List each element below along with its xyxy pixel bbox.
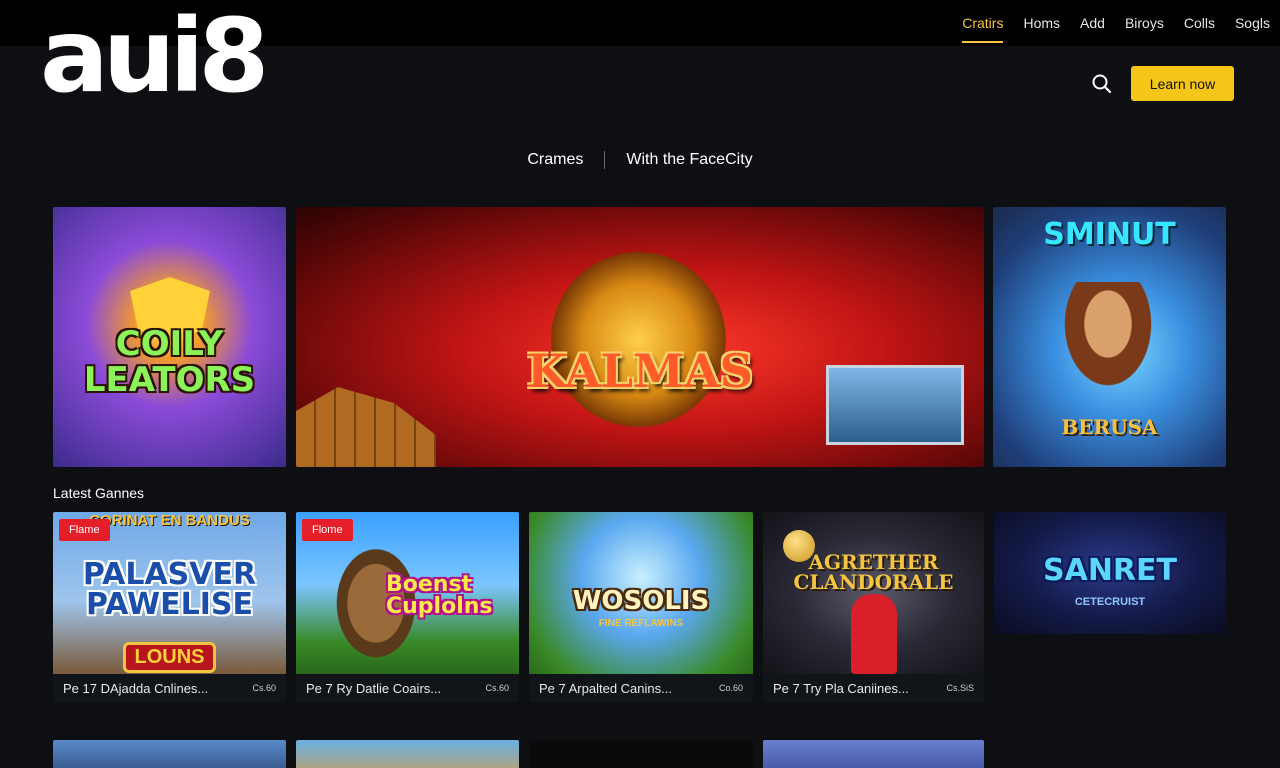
game-caption-meta: Cs.SiS: [946, 683, 974, 693]
game-caption-title: Pe 7 Arpalted Canins...: [539, 680, 672, 696]
game-caption: Pe 7 Arpalted Canins... Co.60: [529, 674, 753, 702]
latest-games-heading: Latest Gannes: [53, 485, 145, 501]
game-caption-title: Pe 17 DAjadda Cnlines...: [63, 680, 209, 696]
game-card-partial[interactable]: [296, 740, 519, 768]
game-card-partial[interactable]: [53, 740, 286, 768]
game-art-title: SANRET: [1043, 553, 1177, 588]
game-art-subtitle: FINE REFLAWINS: [598, 618, 684, 629]
nav-link-homs[interactable]: Homs: [1013, 0, 1070, 46]
game-card[interactable]: WOSOLIS FINE REFLAWINS Pe 7 Arpalted Can…: [529, 512, 753, 702]
game-card[interactable]: SANRET CETECRUIST: [994, 512, 1226, 634]
game-badge: Flome: [302, 519, 353, 541]
game-card-partial[interactable]: [763, 740, 984, 768]
game-caption-meta: Cs.60: [485, 683, 509, 693]
game-art-subtitle: CETECRUIST: [1074, 596, 1146, 608]
hero-banner-left[interactable]: COILY LEATORS: [53, 207, 286, 467]
game-caption-meta: Co.60: [718, 683, 743, 693]
hero-left-title: COILY LEATORS: [83, 324, 256, 400]
game-card[interactable]: AGRETHER CLANDORALE Pe 7 Try Pla Caniine…: [763, 512, 984, 702]
nav-link-sogls[interactable]: Sogls: [1225, 0, 1280, 46]
nav-link-biroys[interactable]: Biroys: [1115, 0, 1174, 46]
subnav-divider: [604, 151, 606, 169]
hero-banner-right[interactable]: SMINUT BERUSA: [993, 207, 1226, 467]
hero-right-title: SMINUT: [1043, 217, 1176, 252]
game-art-title: PALASVER PAWELISE: [82, 557, 257, 622]
game-card[interactable]: Boenst Cuplolns Flome Pe 7 Ry Datlie Coa…: [296, 512, 519, 702]
nav-link-add[interactable]: Add: [1070, 0, 1115, 46]
game-badge: Flame: [59, 519, 110, 541]
brand-logo[interactable]: aui8: [40, 6, 269, 108]
game-caption-meta: Cs.60: [252, 683, 276, 693]
game-thumbnail: AGRETHER CLANDORALE: [763, 512, 984, 674]
game-card-partial[interactable]: [529, 740, 753, 768]
game-art-title: WOSOLIS: [572, 586, 710, 616]
warrior-character-art: [1053, 282, 1163, 402]
hero-main-title: KALMAS: [527, 344, 753, 398]
top-nav: Cratirs Homs Add Biroys Colls Sogls: [952, 0, 1280, 46]
game-caption-title: Pe 7 Try Pla Caniines...: [773, 680, 909, 696]
sub-nav: Crames With the FaceCity: [0, 148, 1280, 172]
flame-emblem-icon: [551, 252, 726, 427]
game-card[interactable]: CORINAT EN BANDUS PALASVER PAWELISE LOUN…: [53, 512, 286, 702]
search-icon[interactable]: [1090, 72, 1114, 96]
nav-link-colls[interactable]: Colls: [1174, 0, 1225, 46]
crates-art: [296, 387, 436, 467]
game-art-title: AGRETHER CLANDORALE: [793, 550, 954, 594]
game-caption: Pe 7 Ry Datlie Coairs... Cs.60: [296, 674, 519, 702]
learn-now-button[interactable]: Learn now: [1131, 66, 1234, 101]
game-caption-title: Pe 7 Ry Datlie Coairs...: [306, 680, 442, 696]
game-caption: Pe 7 Try Pla Caniines... Cs.SiS: [763, 674, 984, 702]
hero-banner-main[interactable]: KALMAS: [296, 207, 984, 467]
nav-link-cratirs[interactable]: Cratirs: [952, 0, 1013, 46]
game-art-bottom: LOUNS: [123, 642, 216, 673]
game-thumbnail: SANRET CETECRUIST: [994, 512, 1226, 634]
subnav-games-link[interactable]: Crames: [527, 151, 583, 169]
hero-right-subtitle: BERUSA: [1061, 415, 1158, 439]
subnav-facecity-link[interactable]: With the FaceCity: [626, 151, 752, 169]
game-caption: Pe 17 DAjadda Cnlines... Cs.60: [53, 674, 286, 702]
game-art-title: Boenst Cuplolns: [386, 572, 493, 619]
hero-character-art: [851, 594, 897, 674]
game-thumbnail: WOSOLIS FINE REFLAWINS: [529, 512, 753, 674]
